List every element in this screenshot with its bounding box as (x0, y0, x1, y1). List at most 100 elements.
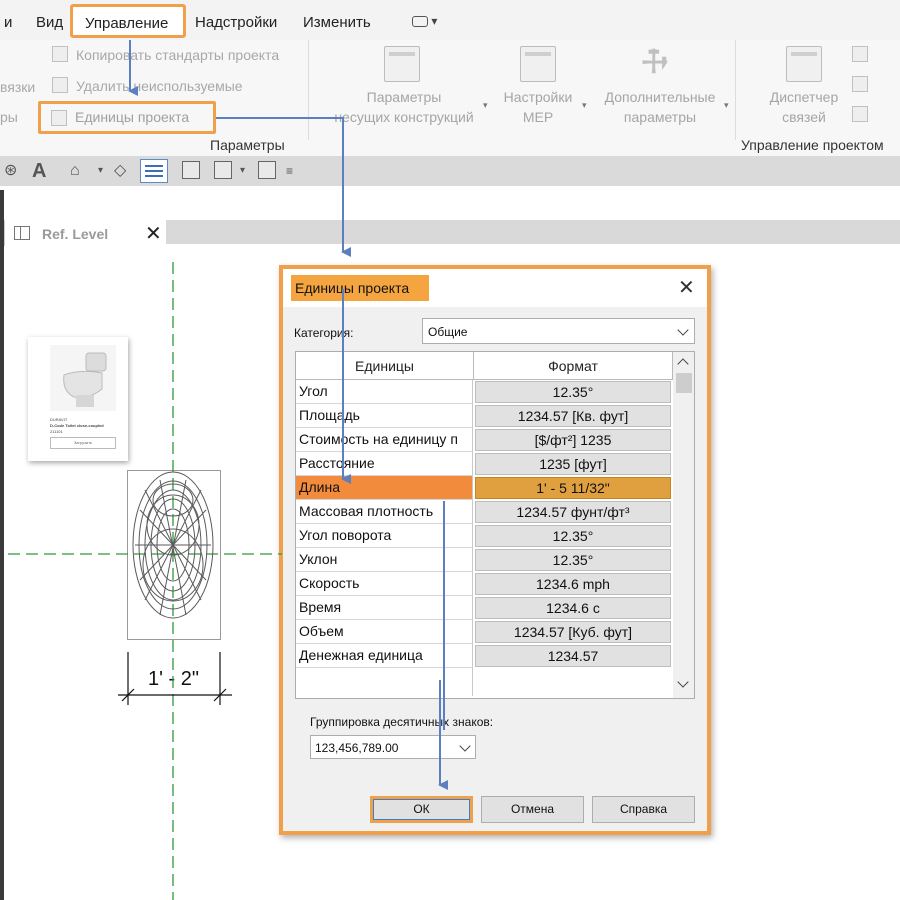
close-icon[interactable]: ✕ (145, 221, 162, 246)
table-row[interactable]: Стоимость на единицу п [$/фт²] 1235 (296, 428, 673, 452)
menu-item-addins[interactable]: Надстройки (195, 14, 277, 31)
units-table: Единицы Формат Угол 12.35° Площадь 1234.… (295, 351, 695, 699)
table-row[interactable]: Объем 1234.57 [Куб. фут] (296, 620, 673, 644)
column-header-format[interactable]: Формат (474, 352, 673, 380)
unit-name-cell: Длина (296, 476, 473, 500)
mep-settings-button[interactable]: Настройки MEP (496, 87, 580, 127)
format-button[interactable]: 1234.6 mph (475, 573, 671, 595)
menu-item-manage[interactable]: Управление (70, 4, 186, 38)
menu-item-view[interactable]: Вид (36, 14, 63, 31)
customize-toolbar-icon[interactable]: ≡ (286, 162, 293, 180)
unit-name-cell: Угол поворота (296, 524, 473, 548)
format-button[interactable]: 1234.6 с (475, 597, 671, 619)
format-button[interactable]: 12.35° (475, 525, 671, 547)
chevron-down-icon[interactable]: ▾ (582, 100, 587, 111)
table-row-selected[interactable]: Длина 1' - 5 11/32" (296, 476, 673, 500)
measure-icon[interactable]: ⊛ (4, 162, 17, 180)
thumbnail-title: D-Code Toilet close-coupled (50, 423, 104, 428)
family-thumbnail[interactable]: DURAVIT D-Code Toilet close-coupled 2111… (28, 337, 128, 461)
format-button[interactable]: 1234.57 (475, 645, 671, 667)
toilet-family-boundary[interactable] (127, 470, 221, 640)
close-hidden-icon[interactable] (182, 161, 200, 179)
purge-unused-button[interactable]: Удалить неиспользуемые (76, 78, 243, 94)
chevron-down-icon[interactable]: ▾ (240, 162, 245, 180)
table-row[interactable]: Скорость 1234.6 mph (296, 572, 673, 596)
digit-grouping-value: 123,456,789.00 (315, 741, 399, 755)
chevron-down-icon[interactable]: ▾ (98, 162, 103, 180)
thin-lines-icon[interactable] (140, 159, 168, 183)
additional-settings-line2: параметры (623, 109, 697, 125)
table-row[interactable]: Уклон 12.35° (296, 548, 673, 572)
table-row[interactable]: Денежная единица 1234.57 (296, 644, 673, 668)
format-button[interactable]: 1234.57 [Кв. фут] (475, 405, 671, 427)
format-button[interactable]: 12.35° (475, 549, 671, 571)
ok-button[interactable]: ОК (370, 796, 473, 823)
thumbnail-load-button[interactable]: Загрузить (50, 437, 116, 449)
format-button[interactable]: 12.35° (475, 381, 671, 403)
ribbon-cut-label-1: вязки (0, 79, 36, 95)
project-units-button[interactable]: Единицы проекта (38, 101, 216, 134)
project-units-icon (51, 110, 67, 126)
floor-plan-icon (14, 226, 30, 240)
switch-windows-icon[interactable] (214, 161, 232, 179)
manage-links-button[interactable]: Диспетчер связей (762, 87, 846, 127)
format-button[interactable]: 1235 [фут] (475, 453, 671, 475)
help-button[interactable]: Справка (592, 796, 695, 823)
scrollbar-thumb[interactable] (676, 373, 692, 393)
unit-name-cell: Уклон (296, 548, 473, 572)
ribbon-panel: Копировать стандарты проекта вязки Удали… (0, 40, 900, 156)
project-units-label: Единицы проекта (75, 109, 190, 125)
ribbon-display-dropdown[interactable]: ▾ (412, 14, 437, 28)
view-tab[interactable]: Ref. Level ✕ (4, 220, 166, 246)
unit-name-cell: Объем (296, 620, 473, 644)
wrench-icon: ⚒ (632, 40, 675, 83)
close-icon[interactable]: ✕ (678, 275, 695, 300)
copy-standards-button[interactable]: Копировать стандарты проекта (76, 47, 279, 63)
project-info-icon[interactable] (852, 46, 868, 62)
unit-name-cell: Стоимость на единицу п (296, 428, 473, 452)
unit-name-cell: Расстояние (296, 452, 473, 476)
cancel-button[interactable]: Отмена (481, 796, 584, 823)
table-empty-row (296, 668, 673, 696)
visibility-icon[interactable]: ◇ (114, 162, 126, 180)
chevron-up-icon[interactable] (677, 358, 689, 370)
table-row[interactable]: Площадь 1234.57 [Кв. фут] (296, 404, 673, 428)
format-button[interactable]: [$/фт²] 1235 (475, 429, 671, 451)
chevron-down-icon (459, 740, 471, 752)
digit-grouping-select[interactable]: 123,456,789.00 (310, 735, 476, 759)
table-row[interactable]: Угол 12.35° (296, 380, 673, 404)
unit-name-cell: Угол (296, 380, 473, 404)
structural-settings-button[interactable]: Параметры несущих конструкций (322, 87, 486, 127)
table-row[interactable]: Расстояние 1235 [фут] (296, 452, 673, 476)
window-edge (0, 190, 4, 900)
format-button[interactable]: 1234.57 фунт/фт³ (475, 501, 671, 523)
chevron-down-icon[interactable] (677, 676, 689, 688)
chevron-down-icon[interactable]: ▾ (483, 100, 488, 111)
format-button[interactable]: 1234.57 [Куб. фут] (475, 621, 671, 643)
table-row[interactable]: Время 1234.6 с (296, 596, 673, 620)
column-header-units[interactable]: Единицы (296, 352, 474, 380)
group-label-settings: Параметры (210, 137, 285, 153)
table-scrollbar[interactable] (673, 352, 694, 698)
text-icon[interactable]: A (32, 161, 46, 181)
chevron-down-icon[interactable]: ▾ (724, 100, 729, 111)
structural-settings-line1: Параметры (366, 89, 442, 105)
thumbnail-code: 211101 (50, 429, 63, 434)
view-3d-icon[interactable]: ⌂ (70, 162, 80, 180)
dimension-text: 1' - 2" (148, 668, 199, 690)
chevron-down-icon (677, 324, 689, 336)
user-interface-icon[interactable] (258, 161, 276, 179)
unit-name-cell: Массовая плотность (296, 500, 473, 524)
transfer-standards-icon[interactable] (852, 106, 868, 122)
table-row[interactable]: Угол поворота 12.35° (296, 524, 673, 548)
additional-settings-button[interactable]: Дополнительные параметры (596, 87, 724, 127)
menu-item-partial[interactable]: и (4, 14, 12, 31)
manage-links-line1: Диспетчер (769, 89, 839, 105)
starting-view-icon[interactable] (852, 76, 868, 92)
mep-settings-line2: MEP (522, 109, 554, 125)
menu-item-modify[interactable]: Изменить (303, 14, 371, 31)
category-select[interactable]: Общие (422, 318, 695, 344)
format-button[interactable]: 1' - 5 11/32" (475, 477, 671, 499)
table-row[interactable]: Массовая плотность 1234.57 фунт/фт³ (296, 500, 673, 524)
unit-name-cell: Скорость (296, 572, 473, 596)
